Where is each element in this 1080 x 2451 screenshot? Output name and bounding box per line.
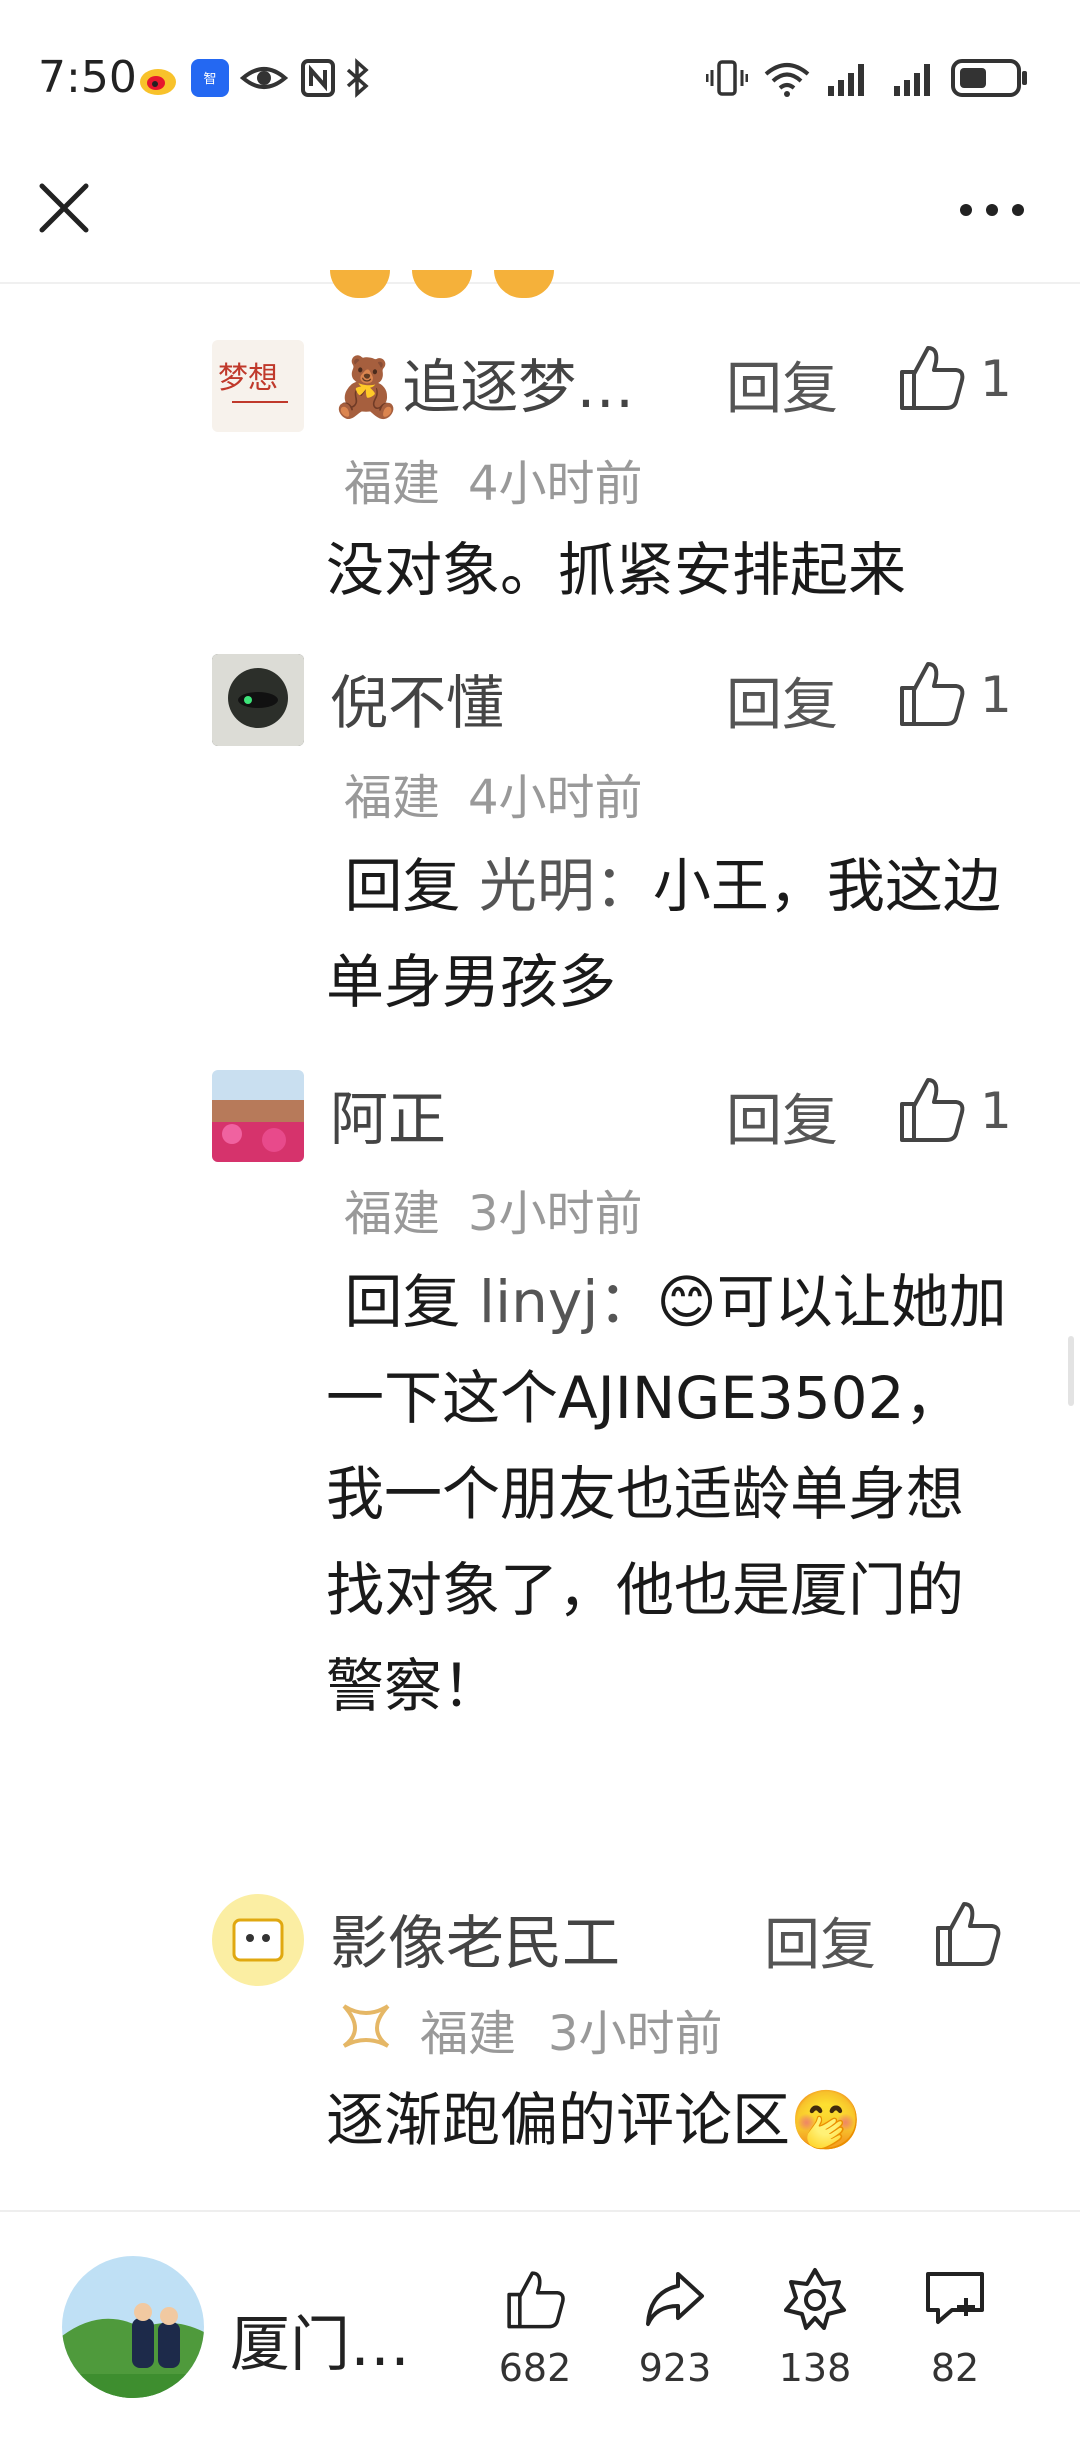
signal-icon xyxy=(894,64,930,96)
scrollbar[interactable] xyxy=(1068,1336,1074,1406)
hand-over-mouth-emoji-icon: 🤭 xyxy=(790,2086,863,2154)
partial-emoji xyxy=(330,270,390,298)
like-count: 1 xyxy=(980,1082,1012,1140)
avatar-image: 梦想 xyxy=(218,361,288,403)
like-count: 1 xyxy=(980,666,1012,724)
reply-prefix: 回复 xyxy=(344,852,461,920)
partial-emoji xyxy=(494,270,554,298)
svg-text:梦想: 梦想 xyxy=(218,361,278,396)
wifi-icon xyxy=(764,63,810,97)
share-arrow-icon xyxy=(646,2272,704,2326)
comment-text: 逐渐跑偏的评论区🤭 xyxy=(326,2072,1016,2168)
comment-text: 回复 光明：小王，我这边单身男孩多 xyxy=(326,838,1016,1030)
avatar[interactable] xyxy=(212,1070,304,1162)
reply-prefix: 回复 xyxy=(344,1268,461,1336)
avatar[interactable] xyxy=(212,654,304,746)
share-count: 923 xyxy=(638,2346,712,2390)
comment-region: 福建 xyxy=(344,770,441,826)
commenter-name[interactable]: 阿正 xyxy=(330,1072,446,1156)
more-icon[interactable] xyxy=(956,180,1028,240)
weibo-icon xyxy=(140,69,176,95)
nfc-icon xyxy=(301,59,335,97)
favorite-count: 138 xyxy=(778,2346,852,2390)
reply-button[interactable]: 回复 xyxy=(726,660,838,741)
smile-emoji-icon: 😊 xyxy=(656,1268,717,1336)
comment-count: 82 xyxy=(930,2346,980,2390)
comment-time: 3小时前 xyxy=(548,2006,723,2062)
avatar-image xyxy=(212,654,304,746)
close-icon[interactable] xyxy=(34,178,94,238)
comment-time: 4小时前 xyxy=(468,456,643,512)
reply-button[interactable]: 回复 xyxy=(764,1900,876,1981)
baidu-app-icon: 智 xyxy=(191,59,229,97)
reply-button[interactable]: 回复 xyxy=(726,1076,838,1157)
favorite-star-icon xyxy=(784,2268,846,2330)
share-action[interactable]: 923 xyxy=(620,2266,730,2390)
battery-icon xyxy=(951,59,1027,97)
user-badge-icon xyxy=(342,2004,390,2048)
thumbs-up-icon xyxy=(507,2271,565,2329)
account-avatar-image xyxy=(62,2256,204,2398)
avatar[interactable] xyxy=(212,1894,304,1986)
favorite-action[interactable]: 138 xyxy=(760,2266,870,2390)
avatar-image xyxy=(212,1070,304,1162)
status-bar: 7:50 智 xyxy=(0,0,1080,160)
comment-region: 福建 xyxy=(420,2006,517,2062)
commenter-name[interactable]: 影像老民工 xyxy=(330,1896,620,1980)
partial-emoji xyxy=(412,270,472,298)
thumbs-up-icon[interactable] xyxy=(894,1072,968,1146)
like-action[interactable]: 682 xyxy=(480,2266,590,2390)
comment-add-icon xyxy=(926,2272,984,2324)
thumbs-up-icon[interactable] xyxy=(894,340,968,414)
signal-icon xyxy=(828,64,864,96)
comment-time: 3小时前 xyxy=(468,1186,643,1242)
commenter-name[interactable]: 🧸追逐梦… xyxy=(330,340,634,424)
vibrate-icon xyxy=(706,60,748,96)
thumbs-up-icon[interactable] xyxy=(930,1896,1004,1970)
comment-action[interactable]: 82 xyxy=(900,2266,1010,2390)
status-time: 7:50 xyxy=(38,52,137,103)
avatar[interactable]: 梦想 xyxy=(212,340,304,432)
like-count: 682 xyxy=(498,2346,572,2390)
comment-text-content: 逐渐跑偏的评论区 xyxy=(326,2086,791,2154)
commenter-name[interactable]: 倪不懂 xyxy=(330,656,504,740)
eye-icon xyxy=(240,67,288,89)
comment-region: 福建 xyxy=(344,456,441,512)
account-avatar[interactable] xyxy=(62,2256,204,2398)
thumbs-up-icon[interactable] xyxy=(894,656,968,730)
comment-region: 福建 xyxy=(344,1186,441,1242)
comment-text: 回复 linyj：😊可以让她加一下这个AJINGE3502，我一个朋友也适龄单身… xyxy=(326,1254,1016,1734)
svg-text:智: 智 xyxy=(203,72,216,87)
comment-time: 4小时前 xyxy=(468,770,643,826)
comment-text: 没对象。抓紧安排起来 xyxy=(326,536,907,604)
reply-button[interactable]: 回复 xyxy=(726,344,838,425)
avatar-image xyxy=(232,1918,284,1962)
top-bar xyxy=(0,160,1080,280)
reply-to-name[interactable]: 光明： xyxy=(479,852,653,920)
bluetooth-icon xyxy=(346,58,369,98)
account-name[interactable]: 厦门… xyxy=(230,2296,410,2383)
reply-to-name[interactable]: linyj： xyxy=(479,1268,656,1336)
like-count: 1 xyxy=(980,350,1012,408)
